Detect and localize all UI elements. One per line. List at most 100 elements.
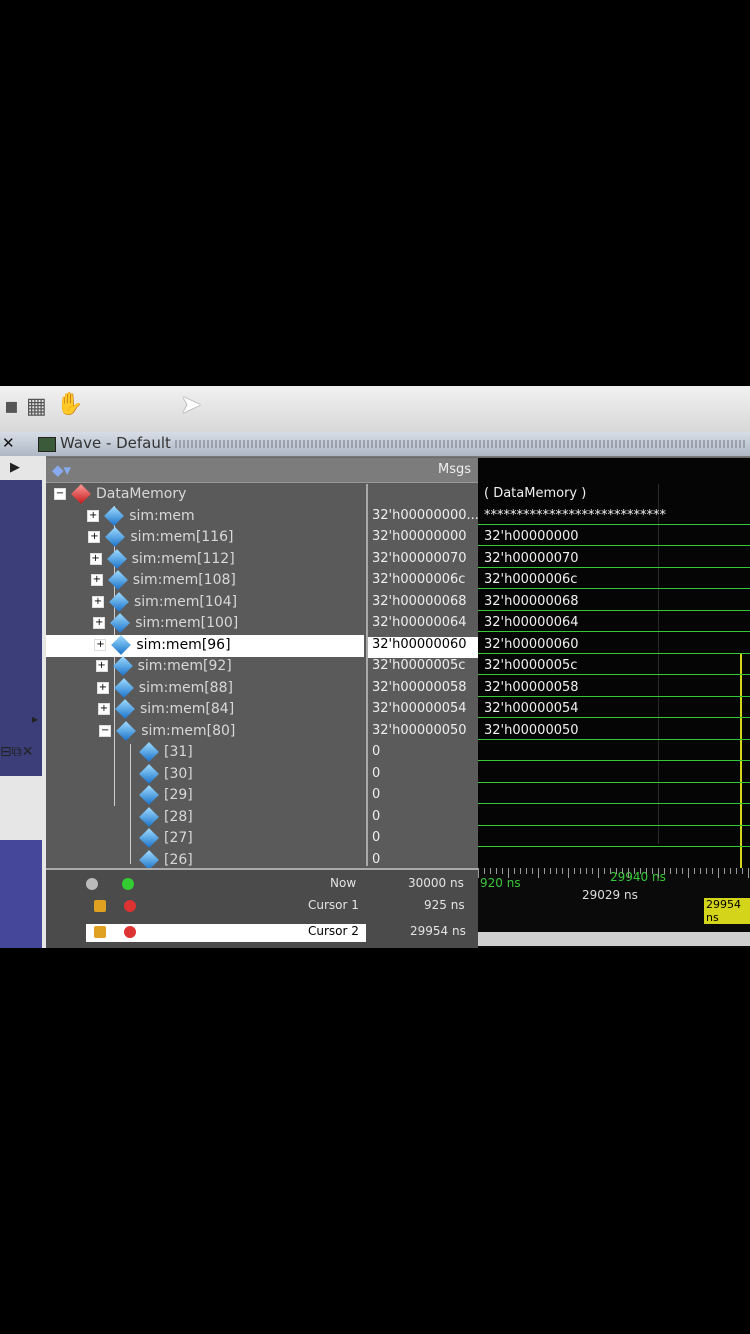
remove-cursor-icon[interactable] (124, 900, 136, 912)
signal-row[interactable]: [31] (46, 742, 364, 764)
add-cursor-icon[interactable] (122, 878, 134, 890)
collapse-icon[interactable]: − (99, 724, 112, 737)
lock-icon[interactable] (94, 926, 106, 938)
signal-value: 0 (372, 765, 381, 781)
signal-row[interactable]: + sim:mem[108] (46, 570, 364, 592)
wave-tool-icon[interactable]: ◆▾ (52, 461, 71, 479)
waveform-trace (478, 566, 750, 568)
waveform-trace (478, 674, 750, 675)
waveform-trace (478, 760, 750, 761)
expand-icon[interactable]: + (92, 595, 104, 608)
signal-row[interactable]: [30] (46, 763, 364, 786)
waveform-label: **************************** (484, 507, 666, 523)
blue-diamond-icon (113, 677, 134, 698)
blue-diamond-icon (109, 591, 129, 612)
signal-name: [27] (164, 830, 193, 846)
cursor-delta-time: 29029 ns (582, 888, 638, 902)
horizontal-scrollbar[interactable] (478, 932, 750, 946)
signal-row[interactable]: + sim:mem[104] (46, 591, 364, 614)
screen-photo: ▪ ▦ ✋ ➤ ✕ Wave - Default ▶ ▸ ⊟⧉✕ ◆▾ Msgs… (0, 386, 750, 948)
lock-icon[interactable] (94, 900, 106, 912)
signal-row[interactable]: + sim:mem[96] (46, 634, 364, 657)
red-diamond-icon (71, 484, 91, 504)
close-icon[interactable]: ✕ (2, 434, 15, 452)
ruler-tick (700, 868, 701, 874)
signal-name-column: − DataMemory + sim:mem + sim:mem[116] + sim:mem… (46, 484, 364, 870)
signal-row[interactable]: [28] (46, 806, 364, 829)
signal-row[interactable]: − DataMemory (46, 484, 364, 506)
waveform-trace (478, 609, 750, 611)
expand-icon[interactable]: + (89, 552, 102, 565)
signal-row[interactable]: [27] (46, 828, 364, 850)
ruler-tick (682, 868, 683, 874)
signal-row[interactable]: − sim:mem[80] (46, 720, 364, 743)
signal-name: sim:mem[104] (134, 593, 238, 610)
signal-value: 32'h00000060 (368, 636, 482, 658)
signal-row[interactable]: + sim:mem (46, 505, 364, 528)
ruler-tick (508, 868, 509, 878)
ruler-tick (580, 868, 581, 874)
waveform-trace (478, 652, 750, 654)
ruler-tick (484, 868, 485, 874)
ruler-tick (706, 868, 707, 874)
waveform-label: 32'h00000058 (484, 679, 579, 695)
expand-arrow-icon[interactable]: ▶ (10, 460, 20, 475)
signal-row[interactable]: + sim:mem[88] (46, 677, 364, 700)
signal-value: 0 (372, 787, 381, 802)
signal-row[interactable]: + sim:mem[84] (46, 699, 364, 721)
waveform-label: 32'h00000050 (484, 722, 579, 738)
ruler-tick (586, 868, 587, 874)
signal-name: sim:mem (129, 507, 195, 524)
left-panel: ▶ ▸ ⊟⧉✕ (0, 456, 46, 948)
ruler-tick (604, 868, 605, 874)
signal-name: sim:mem[80] (141, 722, 236, 739)
expand-icon[interactable]: + (94, 638, 107, 651)
remove-cursor-icon[interactable] (124, 926, 136, 938)
wave-window: ◆▾ Msgs − DataMemory + sim:mem + sim:mem[116]… (46, 458, 750, 948)
signal-value: 0 (372, 830, 381, 845)
hand-tool-icon[interactable]: ✋ (56, 392, 83, 417)
signal-value: 32'h00000000 (372, 529, 467, 544)
signal-name: sim:mem[96] (136, 636, 231, 653)
signal-row[interactable]: + sim:mem[116] (46, 527, 364, 549)
signal-row[interactable]: + sim:mem[112] (46, 548, 364, 571)
ruler-tick (628, 868, 629, 878)
expand-icon[interactable]: + (98, 703, 110, 715)
select-tool-icon[interactable]: ▦ (26, 394, 47, 419)
toolbar-icon[interactable]: ▪ (4, 394, 19, 419)
blue-diamond-icon (107, 570, 128, 590)
expand-icon[interactable]: + (88, 531, 101, 543)
cursor-2-value: 29954 ns (410, 924, 466, 938)
blue-diamond-icon (139, 806, 159, 827)
signal-name: [28] (164, 808, 193, 825)
expand-icon[interactable]: + (87, 509, 100, 522)
expand-icon[interactable]: + (95, 660, 108, 672)
ruler-tick (646, 868, 647, 874)
expand-icon[interactable]: + (93, 617, 106, 629)
ruler-tick (730, 868, 731, 874)
signal-name: [30] (164, 765, 193, 782)
signal-row[interactable]: + sim:mem[100] (46, 613, 364, 635)
expand-icon[interactable]: + (90, 574, 103, 586)
cursor-1-value: 925 ns (424, 898, 465, 912)
titlebar-grip[interactable] (175, 440, 745, 448)
wave-window-icon (38, 437, 56, 452)
scroll-right-icon[interactable]: ▸ (32, 712, 38, 726)
signal-value: 32'h00000050 (372, 722, 467, 738)
mouse-pointer-icon: ➤ (180, 390, 202, 420)
signal-row[interactable]: [29] (46, 785, 364, 807)
cursor-2-tag[interactable]: 29954 ns (704, 898, 750, 924)
ruler-tick (658, 868, 659, 878)
waveform-trace (478, 588, 750, 589)
waveform-trace (478, 545, 750, 546)
collapse-icon[interactable]: − (54, 488, 66, 500)
blue-diamond-icon (116, 720, 137, 741)
ruler-tick (664, 868, 665, 874)
waveform-trace (478, 523, 750, 525)
expand-icon[interactable]: + (96, 681, 109, 694)
signal-row[interactable]: + sim:mem[92] (46, 656, 364, 678)
waveform-label: ( DataMemory ) (484, 486, 587, 501)
ruler-tick (502, 868, 503, 874)
panel-controls[interactable]: ⊟⧉✕ (0, 744, 33, 760)
signal-value: 32'h00000054 (372, 701, 467, 716)
